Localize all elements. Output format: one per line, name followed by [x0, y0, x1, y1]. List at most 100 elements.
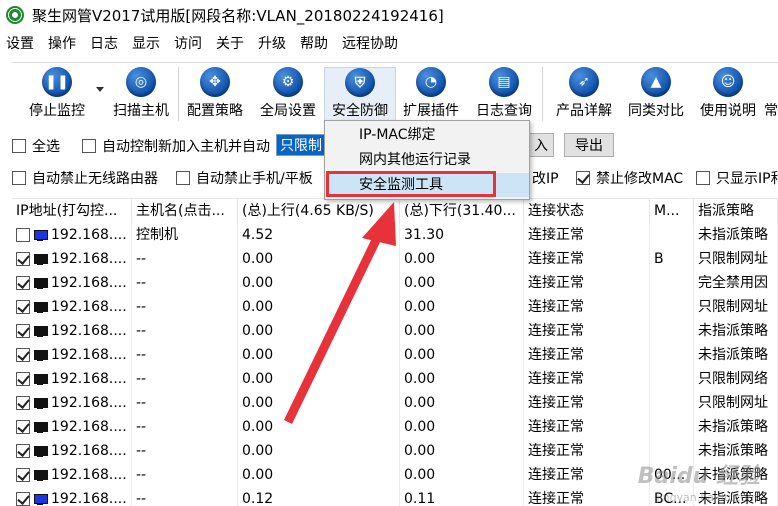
cell-host: --	[132, 319, 238, 343]
col-upload[interactable]: (总)上行(4.65 KB/S)	[238, 199, 400, 223]
shield-icon: ⛨	[345, 68, 375, 97]
cell-policy: 只限制网络	[694, 367, 778, 391]
table-row[interactable]: 192.168.... 控制机 4.52 31.30 连接正常 未指派策略	[12, 223, 778, 247]
manual-button[interactable]: ☺ 使用说明	[694, 67, 762, 121]
gear-icon: ⚙	[273, 67, 303, 97]
import-button[interactable]: 入	[528, 133, 554, 157]
cell-ip: 192.168....	[12, 295, 132, 319]
more-button[interactable]: 常	[764, 67, 778, 121]
cell-status: 连接正常	[524, 415, 650, 439]
table-row[interactable]: 192.168.... -- 0.00 0.00 连接正常 只限制网络	[12, 367, 778, 391]
cell-up: 0.00	[238, 295, 400, 319]
table-row[interactable]: 192.168.... -- 0.00 0.00 连接正常 未指派策略	[12, 319, 778, 343]
row-checkbox[interactable]	[16, 252, 30, 266]
policy-combo[interactable]: 只限制	[276, 134, 328, 156]
cell-down: 0.00	[400, 415, 524, 439]
watermark-brand: Baidu 经验	[637, 464, 760, 489]
row-checkbox[interactable]	[16, 468, 30, 482]
computer-icon	[34, 253, 48, 265]
menu-item-other-records[interactable]: 网内其他运行记录	[325, 148, 529, 172]
row-checkbox[interactable]	[16, 372, 30, 386]
cell-status: 连接正常	[524, 295, 650, 319]
cell-host: --	[132, 415, 238, 439]
show-ip-only-checkbox[interactable]: 只显示IP和	[696, 168, 778, 188]
col-mac[interactable]: M...	[650, 199, 694, 223]
security-defense-button[interactable]: ⛨ 安全防御	[324, 67, 396, 121]
menu-upgrade[interactable]: 升级	[258, 33, 286, 53]
cell-host: --	[132, 487, 238, 506]
toolbar-separator	[178, 67, 179, 121]
col-ip[interactable]: IP地址(打勾控...	[12, 199, 132, 223]
menu-display[interactable]: 显示	[132, 33, 160, 53]
cell-policy: 未指派策略	[694, 343, 778, 367]
ban-phone-tablet-checkbox[interactable]: 自动禁止手机/平板	[176, 168, 313, 188]
row-checkbox[interactable]	[16, 396, 30, 410]
cell-down: 0.00	[400, 271, 524, 295]
menu-settings[interactable]: 设置	[6, 33, 34, 53]
row-checkbox[interactable]	[16, 300, 30, 314]
menu-help[interactable]: 帮助	[300, 33, 328, 53]
config-policy-button[interactable]: ✥ 配置策略	[182, 67, 248, 121]
table-row[interactable]: 192.168.... -- 0.00 0.00 连接正常 只限制网址	[12, 391, 778, 415]
ip-text: 192.168....	[51, 419, 127, 435]
ban-change-mac-checkbox[interactable]: 禁止修改MAC	[576, 168, 683, 188]
scan-host-button[interactable]: ◎ 扫描主机	[106, 67, 176, 121]
row-checkbox[interactable]	[16, 444, 30, 458]
person-icon: ☺	[713, 67, 743, 97]
extensions-button[interactable]: ◔ 扩展插件	[398, 67, 464, 121]
ip-text: 192.168....	[51, 299, 127, 315]
window-title: 聚生网管V2017试用版[网段名称:VLAN_20180224192416]	[32, 6, 444, 25]
cell-status: 连接正常	[524, 439, 650, 463]
col-download[interactable]: (总)下行(31.40...	[400, 199, 524, 223]
cell-up: 4.52	[238, 223, 400, 247]
cell-policy: 未指派策略	[694, 415, 778, 439]
col-hostname[interactable]: 主机名(点击...	[132, 199, 238, 223]
menu-access[interactable]: 访问	[174, 33, 202, 53]
row-checkbox[interactable]	[16, 420, 30, 434]
row-checkbox[interactable]	[16, 228, 30, 242]
computer-icon	[34, 301, 48, 313]
stop-monitor-dropdown-caret[interactable]	[96, 87, 104, 92]
ip-text: 192.168....	[51, 227, 127, 243]
menu-remote-assist[interactable]: 远程协助	[342, 33, 398, 53]
table-row[interactable]: 192.168.... -- 0.00 0.00 连接正常 B 只限制网址	[12, 247, 778, 271]
cell-status: 连接正常	[524, 343, 650, 367]
table-row[interactable]: 192.168.... -- 0.00 0.00 连接正常 未指派策略	[12, 415, 778, 439]
cell-status: 连接正常	[524, 367, 650, 391]
product-details-button[interactable]: ➶ 产品详解	[550, 67, 618, 121]
row-checkbox[interactable]	[16, 348, 30, 362]
menu-about[interactable]: 关于	[216, 33, 244, 53]
cell-ip: 192.168....	[12, 415, 132, 439]
cell-host: --	[132, 343, 238, 367]
global-settings-button[interactable]: ⚙ 全局设置	[254, 67, 322, 121]
cell-ip: 192.168....	[12, 367, 132, 391]
log-query-button[interactable]: ▤ 日志查询	[468, 67, 540, 121]
arrows-cross-icon: ✥	[200, 67, 230, 97]
stop-monitor-button[interactable]: ❚❚ 停止监控	[20, 67, 94, 121]
menu-log[interactable]: 日志	[90, 33, 118, 53]
cell-down: 0.11	[400, 487, 524, 506]
cell-ip: 192.168....	[12, 487, 132, 506]
row-checkbox[interactable]	[16, 324, 30, 338]
menu-item-ip-mac-bind[interactable]: IP-MAC绑定	[325, 123, 529, 147]
row-checkbox[interactable]	[16, 492, 30, 506]
row-checkbox[interactable]	[16, 276, 30, 290]
cell-host: --	[132, 367, 238, 391]
toolbar: ❚❚ 停止监控 ◎ 扫描主机 ✥ 配置策略 ⚙ 全局设置 ⛨ 安全防御 ◔ 扩展…	[12, 62, 778, 124]
cell-ip: 192.168....	[12, 463, 132, 487]
auto-control-checkbox[interactable]: 自动控制新加入主机并自动	[82, 136, 270, 156]
table-row[interactable]: 192.168.... -- 0.00 0.00 连接正常 只限制网址	[12, 295, 778, 319]
cell-host: --	[132, 463, 238, 487]
col-policy[interactable]: 指派策略	[694, 199, 778, 223]
compare-button[interactable]: ▲ 同类对比	[622, 67, 690, 121]
menu-operation[interactable]: 操作	[48, 33, 76, 53]
table-row[interactable]: 192.168.... -- 0.00 0.00 连接正常 完全禁用因	[12, 271, 778, 295]
table-row[interactable]: 192.168.... -- 0.00 0.00 连接正常 未指派策略	[12, 343, 778, 367]
cell-up: 0.00	[238, 391, 400, 415]
cell-mac	[650, 271, 694, 295]
ban-wireless-router-checkbox[interactable]: 自动禁止无线路由器	[12, 168, 158, 188]
export-button[interactable]: 导出	[564, 133, 614, 157]
col-status[interactable]: 连接状态	[524, 199, 650, 223]
select-all-checkbox[interactable]: 全选	[12, 136, 60, 156]
ban-change-ip-label: 改IP	[532, 171, 559, 187]
